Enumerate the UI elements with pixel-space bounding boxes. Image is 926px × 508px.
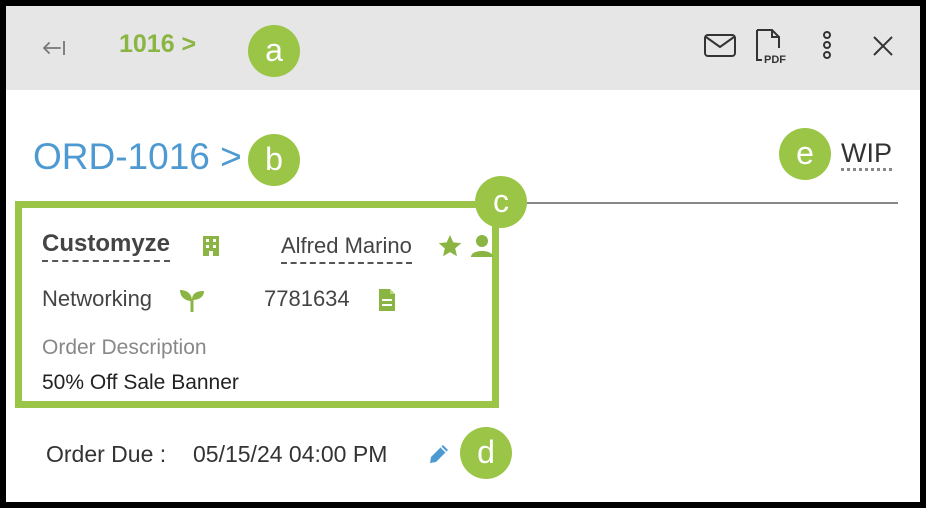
order-panel: 1016 > PDF a ORD-1016 > b e WIP Customyz…: [6, 6, 920, 502]
description-label: Order Description: [42, 336, 207, 359]
order-title[interactable]: ORD-1016 >: [33, 136, 242, 178]
sprout-icon: [179, 287, 205, 318]
email-icon[interactable]: [703, 32, 737, 65]
collapse-left-icon[interactable]: [38, 36, 70, 60]
order-due-label: Order Due :: [46, 441, 167, 467]
pdf-label: PDF: [764, 54, 786, 66]
company-link[interactable]: Customyze: [42, 230, 171, 262]
status-badge[interactable]: WIP: [841, 138, 892, 171]
order-due-value: 05/15/24 04:00 PM: [193, 441, 388, 467]
document-icon[interactable]: [378, 288, 396, 317]
panel-toolbar: 1016 > PDF: [6, 6, 920, 90]
pencil-icon[interactable]: [427, 442, 451, 471]
description-value: 50% Off Sale Banner: [42, 371, 239, 394]
pdf-icon[interactable]: PDF: [754, 28, 788, 71]
building-icon: [202, 235, 220, 262]
industry-text: Networking: [42, 286, 153, 311]
more-vertical-icon[interactable]: [821, 30, 833, 67]
order-details-card: Customyze Alfred Marino Networking 77816…: [15, 201, 499, 408]
callout-d: d: [460, 427, 512, 479]
person-icon[interactable]: [470, 234, 494, 263]
contact-link[interactable]: Alfred Marino: [281, 233, 412, 264]
close-icon[interactable]: [872, 35, 894, 62]
star-icon[interactable]: [437, 234, 463, 263]
divider: [496, 202, 898, 204]
callout-e: e: [779, 128, 831, 180]
callout-c: c: [475, 176, 527, 228]
callout-a: a: [248, 25, 300, 77]
callout-b: b: [248, 134, 300, 186]
breadcrumb[interactable]: 1016 >: [119, 30, 196, 59]
order-number-text: 7781634: [264, 286, 350, 311]
